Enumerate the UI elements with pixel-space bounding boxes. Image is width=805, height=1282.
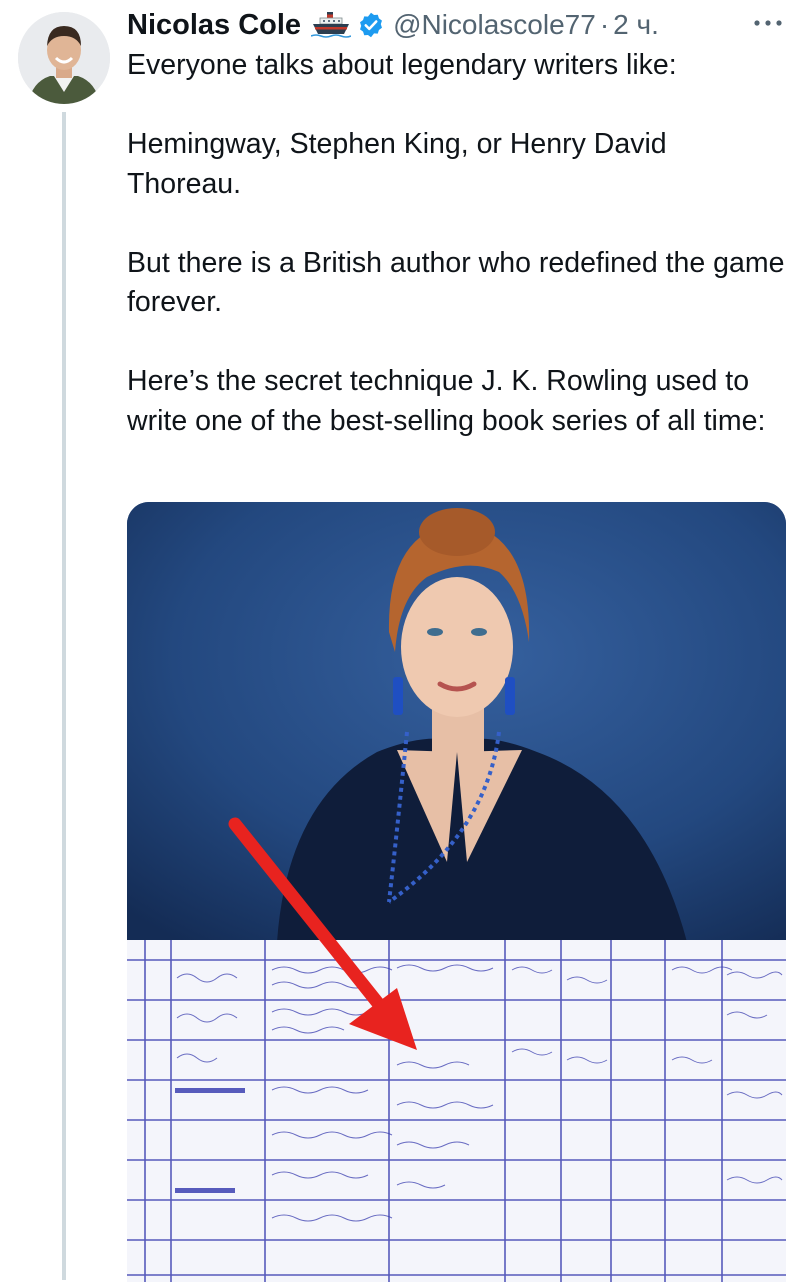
separator-dot: · bbox=[599, 9, 610, 40]
verified-badge-icon bbox=[357, 11, 385, 39]
plot-spreadsheet-image bbox=[127, 940, 786, 1282]
tweet-paragraph: Everyone talks about legendary writers l… bbox=[127, 49, 677, 81]
tweet-text: Everyone talks about legendary writers l… bbox=[127, 46, 787, 441]
tweet-paragraph: Here’s the secret technique J. K. Rowlin… bbox=[127, 365, 766, 437]
tweet-paragraph: But there is a British author who redefi… bbox=[127, 246, 785, 319]
timestamp[interactable]: 2 ч. bbox=[613, 9, 659, 41]
tweet-paragraph: Hemingway, Stephen King, or Henry David … bbox=[127, 128, 667, 200]
tweet: Nicolas Cole @Nicolascole77 · 2 ч. Every… bbox=[0, 0, 805, 1282]
author-photo bbox=[127, 502, 786, 942]
thread-line bbox=[62, 112, 66, 1280]
tweet-media[interactable] bbox=[127, 502, 786, 1282]
author-handle[interactable]: @Nicolascole77 bbox=[393, 9, 596, 41]
avatar[interactable] bbox=[18, 12, 110, 104]
more-options-icon[interactable] bbox=[750, 8, 786, 38]
tweet-header: Nicolas Cole @Nicolascole77 · 2 ч. bbox=[127, 4, 787, 46]
author-name[interactable]: Nicolas Cole bbox=[127, 9, 301, 42]
ship-icon bbox=[310, 10, 352, 40]
